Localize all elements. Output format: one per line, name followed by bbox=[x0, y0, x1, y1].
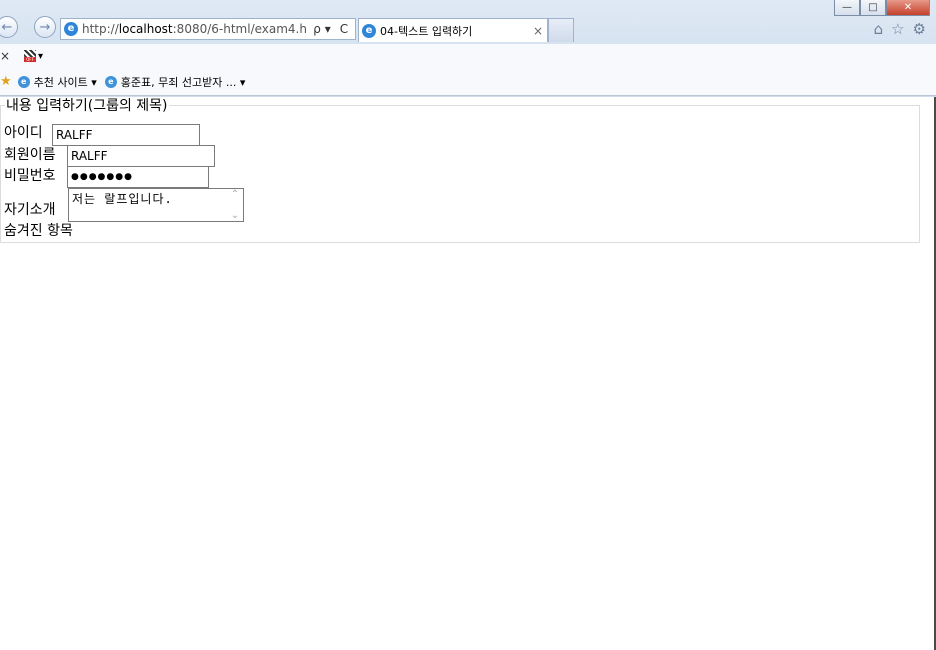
window-controls: — □ ✕ bbox=[834, 0, 930, 16]
tab-close-icon[interactable]: × bbox=[529, 24, 547, 38]
self-intro-textarea[interactable]: 저는 랄프입니다. ⌃ ⌄ bbox=[68, 188, 244, 222]
favorites-star-icon[interactable]: ☆ bbox=[891, 20, 904, 38]
new-tab-button[interactable] bbox=[548, 18, 574, 42]
back-arrow-icon: ← bbox=[1, 19, 13, 35]
tab-active[interactable]: e 04-텍스트 입력하기 × bbox=[358, 18, 548, 42]
maximize-button[interactable]: □ bbox=[860, 0, 886, 16]
back-button[interactable]: ← bbox=[0, 16, 18, 38]
title-bar: ← → e http://localhost:8080/6-html/exam4… bbox=[0, 0, 936, 44]
self-intro-text: 저는 랄프입니다. bbox=[72, 192, 173, 206]
favorite-label: 홍준표, 무죄 선고받자 ... ▾ bbox=[120, 75, 246, 89]
id-label: 아이디 bbox=[4, 125, 43, 141]
favorites-bar: ★ e 추천 사이트 ▾ e 홍준표, 무죄 선고받자 ... ▾ bbox=[0, 68, 936, 96]
fav-ie-icon: e bbox=[104, 75, 117, 88]
favorite-label: 추천 사이트 ▾ bbox=[33, 75, 97, 89]
tab-ie-icon: e bbox=[362, 23, 376, 38]
search-dropdown-icon[interactable]: ρ ▾ bbox=[307, 22, 337, 36]
favorite-item-news[interactable]: e 홍준표, 무죄 선고받자 ... ▾ bbox=[104, 74, 246, 90]
close-window-button[interactable]: ✕ bbox=[886, 0, 930, 16]
addon-icon[interactable]: OFF bbox=[24, 50, 36, 62]
command-bar-close-icon[interactable]: × bbox=[0, 49, 14, 63]
minimize-button[interactable]: — bbox=[834, 0, 860, 16]
command-bar: × OFF ▾ bbox=[0, 44, 936, 68]
forward-arrow-icon: → bbox=[39, 19, 51, 35]
id-input[interactable] bbox=[52, 124, 200, 146]
password-input[interactable] bbox=[67, 166, 209, 188]
self-intro-label: 자기소개 bbox=[4, 202, 56, 218]
ie-page-icon: e bbox=[64, 22, 78, 36]
password-label: 비밀번호 bbox=[4, 168, 56, 184]
url-path: :8080/6-html/exam4.html bbox=[172, 22, 307, 36]
address-bar[interactable]: e http://localhost:8080/6-html/exam4.htm… bbox=[60, 18, 356, 40]
browser-chrome: ← → e http://localhost:8080/6-html/exam4… bbox=[0, 0, 936, 97]
member-name-input[interactable] bbox=[67, 145, 215, 167]
page-content: 내용 입력하기(그룹의 제목) 아이디 회원이름 비밀번호 자기소개 저는 랄프… bbox=[0, 97, 936, 650]
member-name-label: 회원이름 bbox=[4, 147, 56, 163]
address-url[interactable]: http://localhost:8080/6-html/exam4.html bbox=[82, 22, 307, 36]
favorite-item-suggested-sites[interactable]: e 추천 사이트 ▾ bbox=[17, 74, 97, 90]
toolbar-icons: ⌂ ☆ ⚙ bbox=[874, 20, 926, 38]
textarea-scrollbar[interactable]: ⌃ ⌄ bbox=[227, 189, 243, 221]
scroll-down-icon[interactable]: ⌄ bbox=[231, 210, 239, 221]
gear-icon[interactable]: ⚙ bbox=[913, 20, 926, 38]
url-host: localhost bbox=[118, 22, 173, 36]
hidden-field-label: 숨겨진 항목 bbox=[4, 223, 73, 239]
fieldset-legend: 내용 입력하기(그룹의 제목) bbox=[5, 97, 169, 115]
addon-badge: OFF bbox=[24, 57, 36, 62]
fav-ie-icon: e bbox=[17, 75, 30, 88]
url-prefix: http:// bbox=[82, 22, 119, 36]
forward-button[interactable]: → bbox=[34, 16, 56, 38]
refresh-icon[interactable]: C bbox=[337, 22, 351, 36]
tab-title: 04-텍스트 입력하기 bbox=[380, 24, 473, 38]
favorites-add-icon[interactable]: ★ bbox=[0, 74, 12, 89]
addon-dropdown-icon[interactable]: ▾ bbox=[38, 51, 43, 62]
home-icon[interactable]: ⌂ bbox=[874, 20, 884, 38]
scroll-up-icon[interactable]: ⌃ bbox=[231, 189, 239, 200]
